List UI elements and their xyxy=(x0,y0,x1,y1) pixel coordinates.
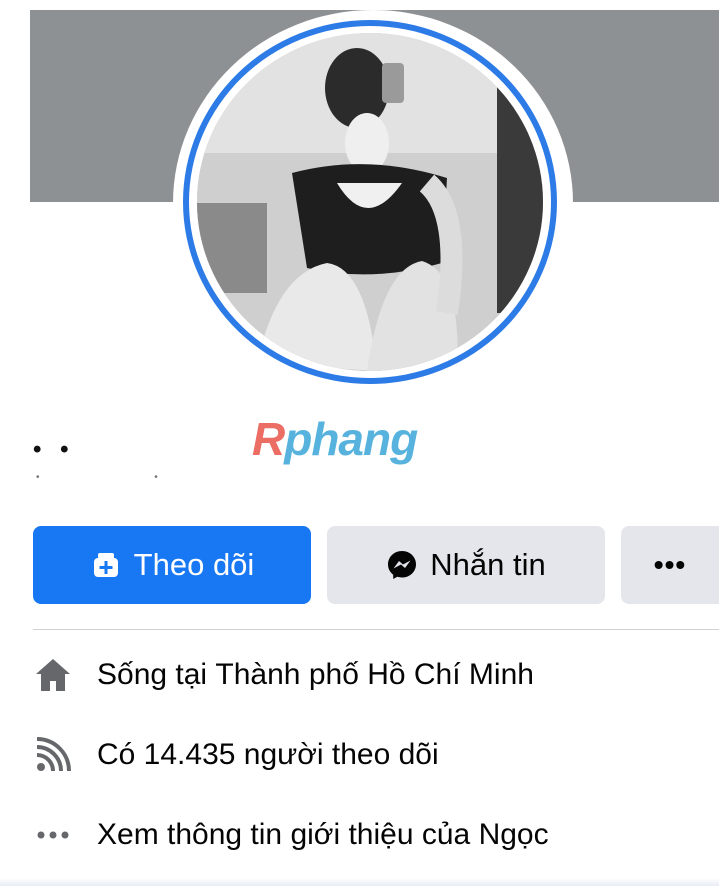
intro-lives-in: Sống tại Thành phố Hồ Chí Minh xyxy=(33,655,534,695)
profile-name: • • xyxy=(33,436,75,463)
followers-text: Có 14.435 người theo dõi xyxy=(97,738,439,771)
profile-avatar[interactable] xyxy=(197,33,543,371)
more-dots-icon: ••• xyxy=(653,549,687,580)
lives-prefix: Sống tại xyxy=(97,658,216,691)
message-button[interactable]: Nhắn tin xyxy=(327,526,605,604)
follow-label: Theo dõi xyxy=(133,547,255,582)
avatar-image xyxy=(197,33,543,371)
watermark-logo: Rphang xyxy=(252,413,418,465)
follow-plus-icon xyxy=(90,549,122,581)
intro-see-about[interactable]: Xem thông tin giới thiệu của Ngọc xyxy=(33,815,549,855)
ellipsis-icon xyxy=(33,815,73,855)
bottom-edge xyxy=(0,878,719,886)
profile-subname: • • xyxy=(36,472,214,483)
follow-button[interactable]: Theo dõi xyxy=(33,526,311,604)
message-label: Nhắn tin xyxy=(430,547,546,582)
lives-city[interactable]: Thành phố Hồ Chí Minh xyxy=(215,658,534,692)
more-options-button[interactable]: ••• xyxy=(621,526,719,604)
messenger-icon xyxy=(386,549,418,581)
home-icon xyxy=(33,655,73,695)
cover-margin xyxy=(0,0,30,210)
rss-feed-icon xyxy=(33,735,73,775)
section-divider xyxy=(33,629,719,630)
intro-followers[interactable]: Có 14.435 người theo dõi xyxy=(33,735,439,775)
about-text: Xem thông tin giới thiệu của Ngọc xyxy=(97,818,549,851)
